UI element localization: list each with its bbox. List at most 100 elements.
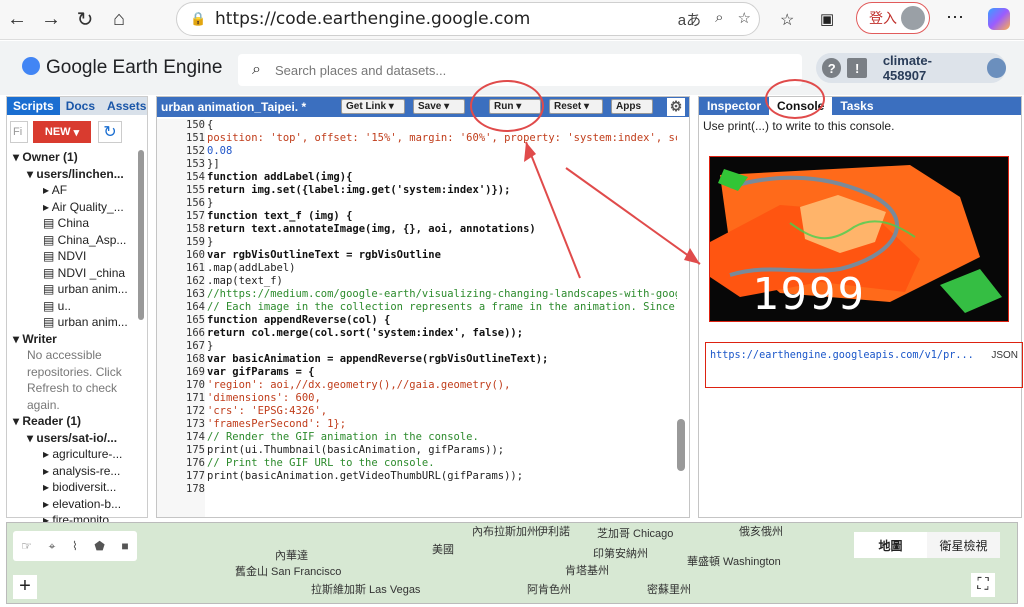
- hand-tool-icon[interactable]: ☞: [21, 539, 32, 553]
- script-tree-item[interactable]: ▸ Air Quality_...: [7, 199, 147, 216]
- script-tree-item[interactable]: ▾ Writer: [7, 331, 147, 348]
- save-button[interactable]: Save ▾: [413, 99, 465, 114]
- code-line[interactable]: var rgbVisOutlineText = rgbVisOutline: [207, 249, 677, 262]
- copilot-icon[interactable]: [988, 8, 1010, 30]
- back-icon[interactable]: ←: [0, 3, 34, 37]
- code-line[interactable]: position: 'top', offset: '15%', margin: …: [207, 132, 677, 145]
- script-tree-item[interactable]: ▤ China_Asp...: [7, 232, 147, 249]
- rectangle-tool-icon[interactable]: ■: [121, 539, 128, 553]
- script-tree-item[interactable]: ▾ users/sat-io/...: [7, 430, 147, 447]
- code-line[interactable]: 0.08: [207, 145, 677, 158]
- code-line[interactable]: //https://medium.com/google-earth/visual…: [207, 288, 677, 301]
- code-line[interactable]: .map(addLabel): [207, 262, 677, 275]
- video-url-link[interactable]: https://earthengine.googleapis.com/v1/pr…: [710, 350, 974, 361]
- code-line[interactable]: function appendReverse(col) {: [207, 314, 677, 327]
- code-scrollbar[interactable]: [677, 419, 685, 471]
- json-label[interactable]: JSON: [991, 350, 1018, 361]
- reset-button[interactable]: Reset ▾: [549, 99, 603, 114]
- script-tree-item[interactable]: ▸ elevation-b...: [7, 496, 147, 513]
- tab-scripts[interactable]: Scripts: [7, 97, 60, 115]
- home-icon[interactable]: ⌂: [102, 3, 136, 37]
- project-selector[interactable]: ? ! climate-458907: [816, 53, 1006, 83]
- source-code[interactable]: {position: 'top', offset: '15%', margin:…: [207, 119, 677, 496]
- login-button[interactable]: 登入: [856, 2, 930, 34]
- favorite-star-icon[interactable]: ☆: [738, 9, 751, 30]
- tab-assets[interactable]: Assets: [101, 97, 152, 115]
- more-icon[interactable]: ⋯: [946, 7, 964, 28]
- marker-tool-icon[interactable]: ⌖: [49, 539, 56, 554]
- zoom-icon[interactable]: ⌕: [715, 9, 723, 30]
- code-line[interactable]: // Each image in the collection represen…: [207, 301, 677, 314]
- line-tool-icon[interactable]: ⌇: [72, 539, 78, 553]
- script-tree-item[interactable]: ▤ urban anim...: [7, 281, 147, 298]
- collections-icon[interactable]: ▣: [820, 10, 834, 28]
- code-line[interactable]: var gifParams = {: [207, 366, 677, 379]
- tab-tasks[interactable]: Tasks: [832, 97, 881, 115]
- code-line[interactable]: 'crs': 'EPSG:4326',: [207, 405, 677, 418]
- favorites-icon[interactable]: ☆: [780, 10, 794, 30]
- script-tree-item[interactable]: ▸ biodiversit...: [7, 479, 147, 496]
- refresh-scripts-icon[interactable]: ↻: [98, 121, 122, 143]
- code-line[interactable]: // Print the GIF URL to the console.: [207, 457, 677, 470]
- left-scrollbar[interactable]: [138, 150, 144, 320]
- script-tree-item[interactable]: ▤ urban anim...: [7, 314, 147, 331]
- script-tree-item[interactable]: ▾ users/linchen...: [7, 166, 147, 183]
- code-line[interactable]: .map(text_f): [207, 275, 677, 288]
- map-type-map[interactable]: 地圖: [854, 532, 927, 558]
- account-icon[interactable]: [986, 58, 1006, 78]
- address-bar[interactable]: 🔒 https://code.earthengine.google.com aあ…: [176, 2, 760, 36]
- settings-gear-icon[interactable]: ⚙: [667, 98, 685, 116]
- script-tree-item[interactable]: ▸ agriculture-...: [7, 446, 147, 463]
- map-view[interactable]: ☞ ⌖ ⌇ ⬟ ■ 地圖 衛星檢視 + ⛶ 內布拉斯加州 伊利諾 芝加哥 Chica…: [6, 522, 1018, 604]
- script-tree-label: Writer: [22, 331, 57, 346]
- map-place-label: 肯塔基州: [565, 565, 609, 577]
- code-line[interactable]: // Render the GIF animation in the conso…: [207, 431, 677, 444]
- script-tree-item[interactable]: ▾ Reader (1): [7, 413, 147, 430]
- fullscreen-icon[interactable]: ⛶: [971, 573, 995, 597]
- code-line[interactable]: function text_f (img) {: [207, 210, 677, 223]
- line-number: 169: [186, 366, 205, 378]
- code-line[interactable]: function addLabel(img){: [207, 171, 677, 184]
- script-tree-item[interactable]: ▤ u..: [7, 298, 147, 315]
- code-line[interactable]: }: [207, 340, 677, 353]
- map-place-label: 華盛頓 Washington: [687, 556, 781, 568]
- code-line[interactable]: return col.merge(col.sort('system:index'…: [207, 327, 677, 340]
- code-line[interactable]: 'region': aoi,//dx.geometry(),//gaia.geo…: [207, 379, 677, 392]
- script-tree-label: analysis-re...: [52, 463, 121, 478]
- script-filter-input[interactable]: Fi: [10, 121, 28, 143]
- script-tree-item[interactable]: ▤ NDVI _china: [7, 265, 147, 282]
- zoom-in-button[interactable]: +: [13, 575, 37, 599]
- tab-inspector[interactable]: Inspector: [699, 97, 769, 115]
- forward-icon[interactable]: →: [34, 3, 68, 37]
- script-tree-item[interactable]: ▸ analysis-re...: [7, 463, 147, 480]
- code-line[interactable]: print(ui.Thumbnail(basicAnimation, gifPa…: [207, 444, 677, 457]
- refresh-icon[interactable]: ↻: [68, 3, 102, 37]
- code-line[interactable]: }: [207, 197, 677, 210]
- script-tree-item[interactable]: ▸ AF: [7, 182, 147, 199]
- get-link-button[interactable]: Get Link ▾: [341, 99, 405, 114]
- script-tree-item[interactable]: ▾ Owner (1): [7, 149, 147, 166]
- read-aloud-icon[interactable]: aあ: [678, 9, 701, 30]
- apps-button[interactable]: Apps: [611, 99, 653, 114]
- avatar: [901, 6, 925, 30]
- code-line[interactable]: return text.annotateImage(img, {}, aoi, …: [207, 223, 677, 236]
- code-line[interactable]: return img.set({label:img.get('system:in…: [207, 184, 677, 197]
- script-tree-item[interactable]: ▤ China: [7, 215, 147, 232]
- new-script-button[interactable]: NEW ▾: [33, 121, 91, 143]
- code-line[interactable]: print(basicAnimation.getVideoThumbURL(gi…: [207, 470, 677, 483]
- map-type-satellite[interactable]: 衛星檢視: [927, 532, 1000, 558]
- code-line[interactable]: [207, 483, 677, 496]
- line-number: 165: [186, 314, 205, 326]
- script-tree-item[interactable]: ▤ NDVI: [7, 248, 147, 265]
- polygon-tool-icon[interactable]: ⬟: [94, 539, 104, 553]
- code-line[interactable]: }]: [207, 158, 677, 171]
- help-icon[interactable]: ?: [822, 58, 842, 78]
- code-line[interactable]: 'framesPerSecond': 1};: [207, 418, 677, 431]
- tab-docs[interactable]: Docs: [60, 97, 101, 115]
- code-line[interactable]: var basicAnimation = appendReverse(rgbVi…: [207, 353, 677, 366]
- code-line[interactable]: {: [207, 119, 677, 132]
- feedback-icon[interactable]: !: [847, 58, 867, 78]
- code-area[interactable]: 150 151 152 153 154 155 156 157 158 159 160 161 162 1…: [157, 119, 691, 517]
- code-line[interactable]: 'dimensions': 600,: [207, 392, 677, 405]
- code-line[interactable]: }: [207, 236, 677, 249]
